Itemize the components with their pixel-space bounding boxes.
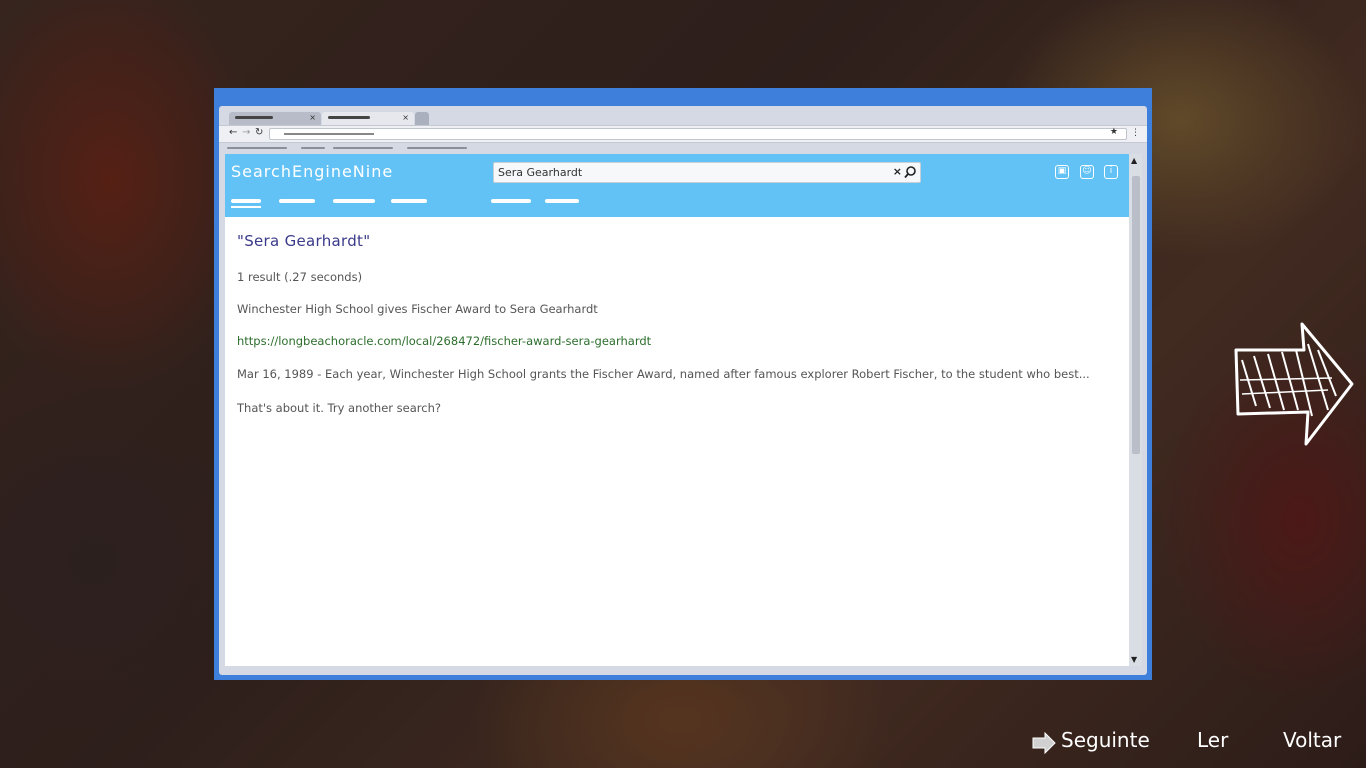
search-box: × — [493, 162, 921, 183]
browser-chrome: × × ← → ↻ ★ ⋮ SearchEngineNine Sera Gear… — [219, 106, 1147, 675]
result-snippet: Mar 16, 1989 - Each year, Winchester Hig… — [237, 367, 1090, 381]
arrow-right-icon[interactable] — [1232, 320, 1356, 448]
browser-tab-2[interactable]: × — [322, 112, 414, 125]
scroll-thumb[interactable] — [1132, 176, 1140, 454]
search-input[interactable] — [498, 165, 878, 180]
tab-2-label — [328, 116, 370, 119]
tab-1-label — [235, 116, 273, 119]
result-url[interactable]: https://longbeachoracle.com/local/268472… — [237, 334, 1107, 348]
results-stats: 1 result (.27 seconds) — [237, 270, 363, 284]
nav-item[interactable] — [333, 199, 375, 203]
reload-icon[interactable]: ↻ — [255, 127, 263, 138]
back-button[interactable]: Voltar — [1283, 728, 1341, 752]
read-button[interactable]: Ler — [1197, 728, 1228, 752]
close-icon[interactable]: × — [309, 113, 316, 122]
pages-icon[interactable]: ▣ — [1055, 165, 1069, 179]
star-icon[interactable]: ★ — [1110, 127, 1118, 137]
results-query: "Sera Gearhardt" — [237, 232, 371, 250]
profile-icon[interactable]: ☺ — [1080, 165, 1094, 179]
nav-item[interactable] — [491, 199, 531, 203]
browser-tab-1[interactable]: × — [229, 112, 321, 125]
back-arrow-icon[interactable]: ← — [229, 127, 237, 138]
url-field[interactable]: ★ ⋮ — [269, 127, 1140, 140]
results-end-text: That's about it. Try another search? — [237, 401, 441, 415]
next-button[interactable]: Seguinte — [1061, 728, 1150, 752]
bookmark-item[interactable] — [333, 147, 393, 149]
page-viewport: SearchEngineNine × ▣ ☺ i — [225, 154, 1129, 666]
nav-item[interactable] — [279, 199, 315, 203]
search-results: "Sera Gearhardt" 1 result (.27 seconds) … — [237, 232, 1107, 415]
nav-item-all[interactable] — [231, 199, 261, 208]
close-icon[interactable]: × — [893, 165, 902, 178]
arrow-right-icon — [1032, 732, 1056, 754]
info-icon[interactable]: i — [1104, 165, 1118, 179]
close-icon[interactable]: × — [402, 113, 409, 122]
bookmark-item[interactable] — [407, 147, 467, 149]
bookmark-item[interactable] — [227, 147, 287, 149]
search-icon[interactable] — [903, 165, 917, 179]
nav-item[interactable] — [545, 199, 579, 203]
scroll-down-icon[interactable]: ▼ — [1131, 655, 1137, 664]
site-logo[interactable]: SearchEngineNine — [231, 162, 393, 181]
bookmarks-bar — [219, 143, 1147, 153]
site-nav — [225, 196, 1129, 208]
result-title[interactable]: Winchester High School gives Fischer Awa… — [237, 302, 1107, 316]
bookmark-item[interactable] — [301, 147, 325, 149]
browser-window: × × ← → ↻ ★ ⋮ SearchEngineNine Sera Gear… — [214, 88, 1152, 680]
scroll-up-icon[interactable]: ▲ — [1131, 156, 1137, 165]
new-tab-button[interactable] — [415, 112, 429, 125]
forward-arrow-icon[interactable]: → — [242, 127, 250, 138]
url-text — [284, 133, 374, 135]
address-bar: ← → ↻ ★ ⋮ — [219, 125, 1147, 143]
menu-dots-icon[interactable]: ⋮ — [1131, 128, 1140, 138]
scrollbar[interactable]: ▲ ▼ — [1129, 154, 1142, 666]
nav-item[interactable] — [391, 199, 427, 203]
site-header: SearchEngineNine × ▣ ☺ i — [225, 154, 1129, 217]
